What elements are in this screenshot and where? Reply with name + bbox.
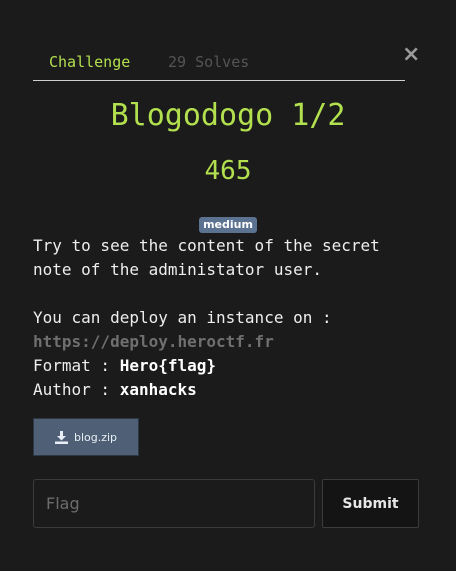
- challenge-description: Try to see the content of the secret not…: [33, 234, 433, 402]
- deploy-text: You can deploy an instance on :: [33, 308, 332, 327]
- description-gap: [33, 282, 433, 306]
- submit-button[interactable]: Submit: [322, 479, 419, 528]
- flag-input[interactable]: [33, 479, 315, 528]
- tab-challenge[interactable]: Challenge: [49, 53, 130, 71]
- download-file-label: blog.zip: [73, 430, 118, 444]
- challenge-tabs: Challenge 29 Solves: [33, 50, 405, 81]
- description-line: Try to see the content of the secret: [33, 236, 380, 255]
- author-value: xanhacks: [119, 380, 197, 399]
- challenge-points: 465: [204, 156, 252, 186]
- author-label: Author :: [33, 380, 120, 399]
- tab-solves[interactable]: 29 Solves: [168, 53, 249, 71]
- description-line: note of the administator user.: [33, 260, 322, 279]
- deploy-link[interactable]: https://deploy.heroctf.fr: [33, 332, 274, 351]
- format-value: Hero{flag}: [119, 356, 217, 375]
- download-icon: [54, 430, 68, 444]
- difficulty-badge: medium: [199, 217, 257, 233]
- download-file-button[interactable]: blog.zip: [33, 418, 139, 456]
- format-label: Format :: [33, 356, 120, 375]
- challenge-title: Blogodogo 1/2: [110, 98, 346, 133]
- difficulty-badge-wrap: medium: [0, 213, 456, 233]
